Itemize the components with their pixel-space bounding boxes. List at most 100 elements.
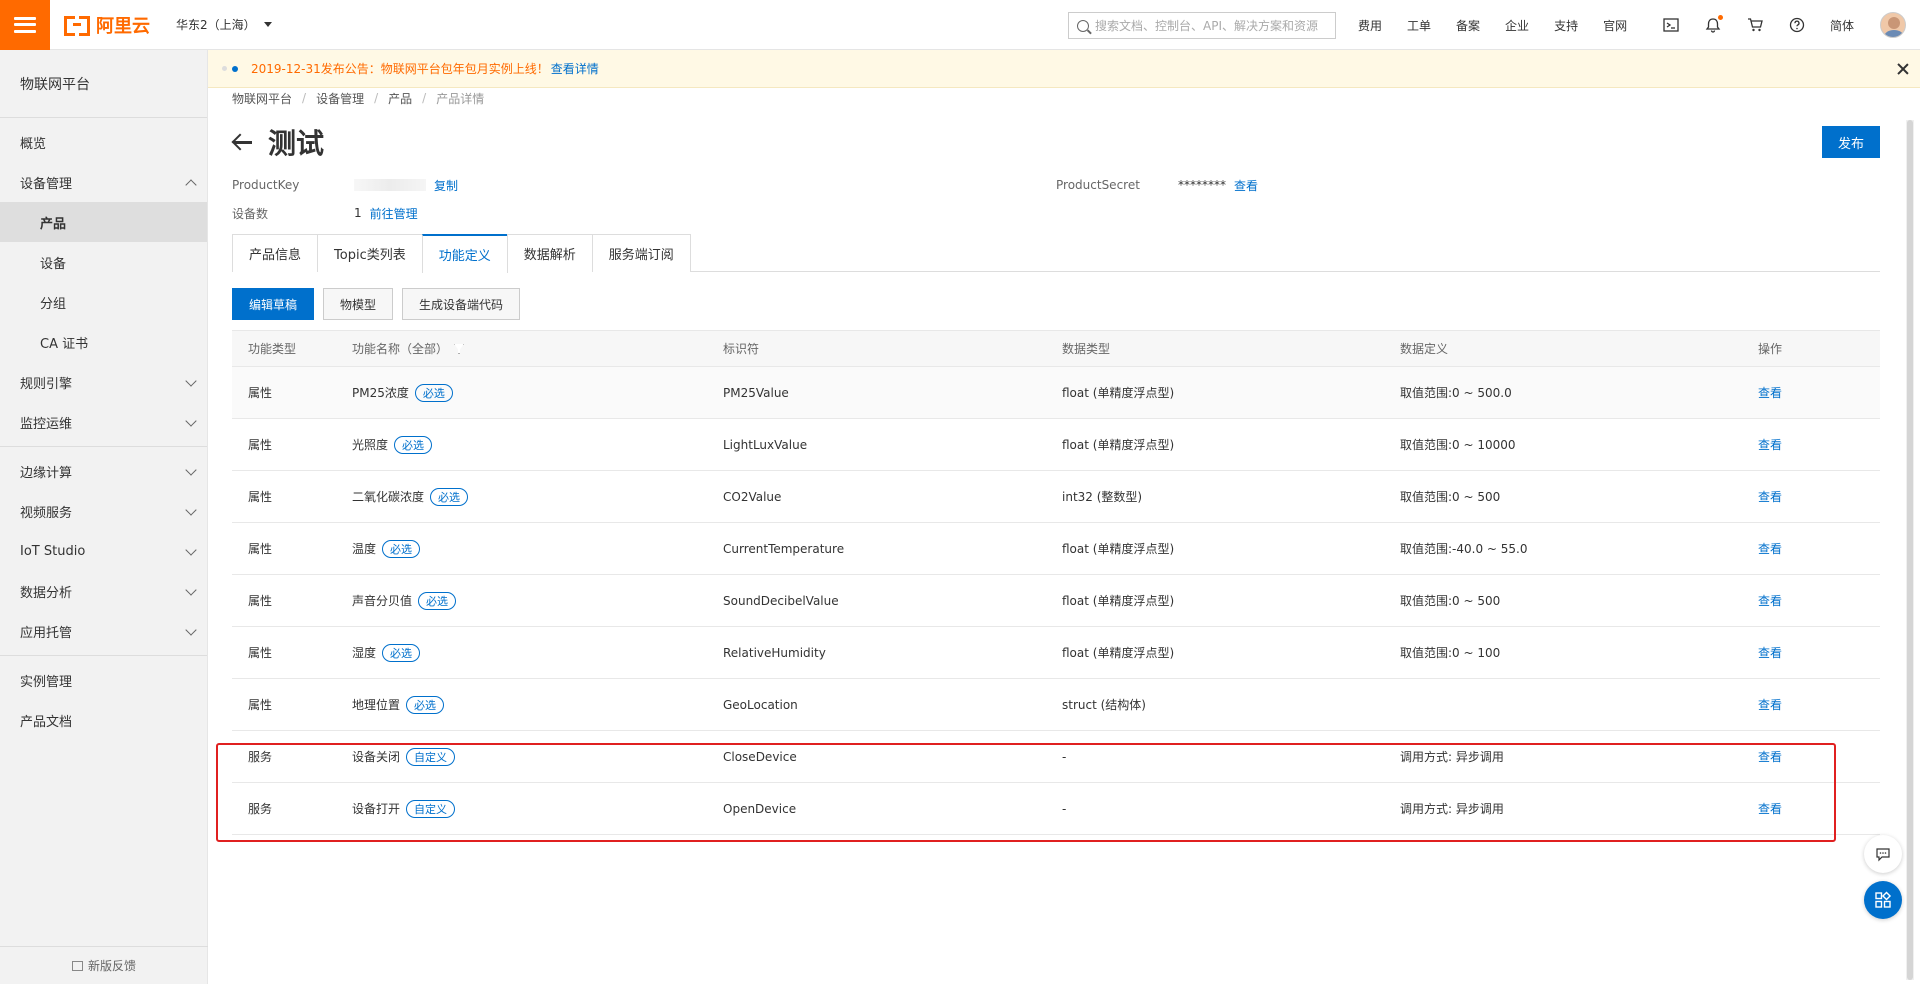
sidebar-item-rule-engine[interactable]: 规则引擎 xyxy=(0,362,207,402)
carousel-dot[interactable] xyxy=(222,66,227,71)
language-switch[interactable]: 简体 xyxy=(1830,17,1854,34)
top-link-enterprise[interactable]: 企业 xyxy=(1505,17,1529,34)
view-link[interactable]: 查看 xyxy=(1758,490,1782,504)
cell-function-name: 温度 必选 xyxy=(352,539,723,558)
cart-icon[interactable] xyxy=(1746,16,1764,34)
cell-function-name: 二氧化碳浓度 必选 xyxy=(352,487,723,506)
sidebar-item-app-hosting[interactable]: 应用托管 xyxy=(0,611,207,651)
copy-link[interactable]: 复制 xyxy=(434,177,458,194)
cell-data-definition: 取值范围:0 ~ 500 xyxy=(1400,594,1501,608)
header-identifier: 标识符 xyxy=(723,342,760,356)
notice-link[interactable]: 查看详情 xyxy=(551,60,599,77)
function-name: 温度 xyxy=(352,542,377,556)
top-link-tickets[interactable]: 工单 xyxy=(1407,17,1431,34)
tab-function-definition[interactable]: 功能定义 xyxy=(421,234,508,273)
sidebar-item-iot-studio[interactable]: IoT Studio xyxy=(0,531,207,571)
close-icon[interactable] xyxy=(1896,62,1910,76)
bell-icon[interactable] xyxy=(1704,15,1723,34)
sidebar-item-device[interactable]: 设备 xyxy=(0,242,207,282)
terminal-icon[interactable] xyxy=(1662,16,1680,34)
view-link[interactable]: 查看 xyxy=(1758,646,1782,660)
requirement-tag: 必选 xyxy=(414,383,453,402)
chat-icon xyxy=(1876,848,1890,862)
chevron-up-icon xyxy=(185,179,197,191)
view-link[interactable]: 查看 xyxy=(1758,542,1782,556)
view-link[interactable]: 查看 xyxy=(1758,386,1782,400)
caret-down-icon xyxy=(263,22,272,27)
chevron-down-icon xyxy=(185,375,197,387)
table-row: 服务 设备关闭 自定义 CloseDevice - 调用方式: 异步调用 查看 xyxy=(232,731,1880,783)
menu-button[interactable] xyxy=(0,0,50,50)
view-link[interactable]: 查看 xyxy=(1758,594,1782,608)
filter-icon[interactable] xyxy=(454,343,465,354)
sidebar-title: 物联网平台 xyxy=(0,50,207,118)
function-table: 功能类型 功能名称（全部） 标识符 数据类型 数据定义 操作 属性 PM25浓度必… xyxy=(232,330,1880,835)
breadcrumb-item[interactable]: 设备管理 xyxy=(316,90,364,107)
sidebar-item-device-management[interactable]: 设备管理 xyxy=(0,162,207,202)
sidebar-item-group[interactable]: 分组 xyxy=(0,282,207,322)
sidebar-item-label: 规则引擎 xyxy=(20,376,73,392)
sidebar-item-edge-computing[interactable]: 边缘计算 xyxy=(0,451,207,491)
sidebar-menu: 概览 设备管理 产品 设备 分组 CA 证书 规则引擎 监控运维 边缘计算 视频… xyxy=(0,118,207,740)
search-input[interactable] xyxy=(1095,18,1325,33)
cell-operation: 查看 xyxy=(1758,644,1878,661)
function-name: 二氧化碳浓度 xyxy=(352,490,425,504)
cell-identifier: CurrentTemperature xyxy=(723,541,845,556)
apps-button[interactable] xyxy=(1864,881,1902,919)
header-function-name[interactable]: 功能名称（全部） xyxy=(352,340,723,357)
sidebar-item-data-analysis[interactable]: 数据分析 xyxy=(0,571,207,611)
sidebar-item-label: 边缘计算 xyxy=(20,465,73,481)
back-arrow-icon[interactable] xyxy=(232,133,254,151)
sidebar-item-label: CA 证书 xyxy=(40,336,89,352)
chat-button[interactable] xyxy=(1864,835,1902,873)
cell-data-type: - xyxy=(1062,749,1067,764)
sidebar-item-monitoring[interactable]: 监控运维 xyxy=(0,402,207,442)
scrollbar[interactable] xyxy=(1906,120,1914,980)
requirement-tag: 必选 xyxy=(382,539,421,558)
table-row: 属性 二氧化碳浓度 必选 CO2Value int32 (整数型) 取值范围:0 ~ 50… xyxy=(232,471,1880,523)
sidebar-item-product[interactable]: 产品 xyxy=(0,202,207,242)
aliyun-logo[interactable]: 阿里云 xyxy=(64,12,150,38)
sidebar-item-product-docs[interactable]: 产品文档 xyxy=(0,700,207,740)
feedback-button[interactable]: 新版反馈 xyxy=(0,946,208,984)
top-link-website[interactable]: 官网 xyxy=(1603,17,1627,34)
sidebar-item-overview[interactable]: 概览 xyxy=(0,122,207,162)
tab-server-subscription[interactable]: 服务端订阅 xyxy=(591,234,691,272)
top-link-support[interactable]: 支持 xyxy=(1554,17,1578,34)
edit-draft-button[interactable]: 编辑草稿 xyxy=(232,288,315,320)
sidebar-item-ca-cert[interactable]: CA 证书 xyxy=(0,322,207,362)
publish-button[interactable]: 发布 xyxy=(1822,126,1880,158)
view-link[interactable]: 查看 xyxy=(1758,698,1782,712)
requirement-tag: 必选 xyxy=(394,435,433,454)
sidebar-item-video-service[interactable]: 视频服务 xyxy=(0,491,207,531)
cell-data-definition: 取值范围:0 ~ 100 xyxy=(1400,646,1501,660)
product-key-label: ProductKey xyxy=(232,178,300,192)
thing-model-button[interactable]: 物模型 xyxy=(323,288,394,320)
tab-topic-list[interactable]: Topic类列表 xyxy=(317,234,423,272)
view-link[interactable]: 查看 xyxy=(1758,438,1782,452)
top-link-icp[interactable]: 备案 xyxy=(1456,17,1480,34)
breadcrumb-item[interactable]: 产品 xyxy=(388,90,412,107)
scrollbar-thumb[interactable] xyxy=(1907,120,1913,980)
carousel-dot-active[interactable] xyxy=(232,65,238,72)
avatar[interactable] xyxy=(1880,12,1906,38)
view-link[interactable]: 查看 xyxy=(1758,750,1782,764)
cell-data-type: float (单精度浮点型) xyxy=(1062,542,1175,556)
cell-identifier: SoundDecibelValue xyxy=(723,593,839,608)
cell-function-type: 属性 xyxy=(248,594,273,608)
help-icon[interactable] xyxy=(1788,16,1806,34)
view-link[interactable]: 查看 xyxy=(1758,802,1782,816)
breadcrumb-item[interactable]: 物联网平台 xyxy=(232,90,292,107)
region-selector[interactable]: 华东2（上海） xyxy=(176,16,272,33)
tab-data-parsing[interactable]: 数据解析 xyxy=(506,234,593,272)
cell-data-definition: 取值范围:0 ~ 500.0 xyxy=(1400,386,1512,400)
function-name: 地理位置 xyxy=(352,698,401,712)
tab-product-info[interactable]: 产品信息 xyxy=(232,234,319,272)
chevron-down-icon xyxy=(185,504,197,516)
view-secret-link[interactable]: 查看 xyxy=(1234,177,1258,194)
chevron-down-icon xyxy=(185,584,197,596)
sidebar-item-instance-management[interactable]: 实例管理 xyxy=(0,660,207,700)
top-link-fees[interactable]: 费用 xyxy=(1358,17,1382,34)
generate-device-code-button[interactable]: 生成设备端代码 xyxy=(402,288,521,320)
manage-link[interactable]: 前往管理 xyxy=(370,205,418,222)
